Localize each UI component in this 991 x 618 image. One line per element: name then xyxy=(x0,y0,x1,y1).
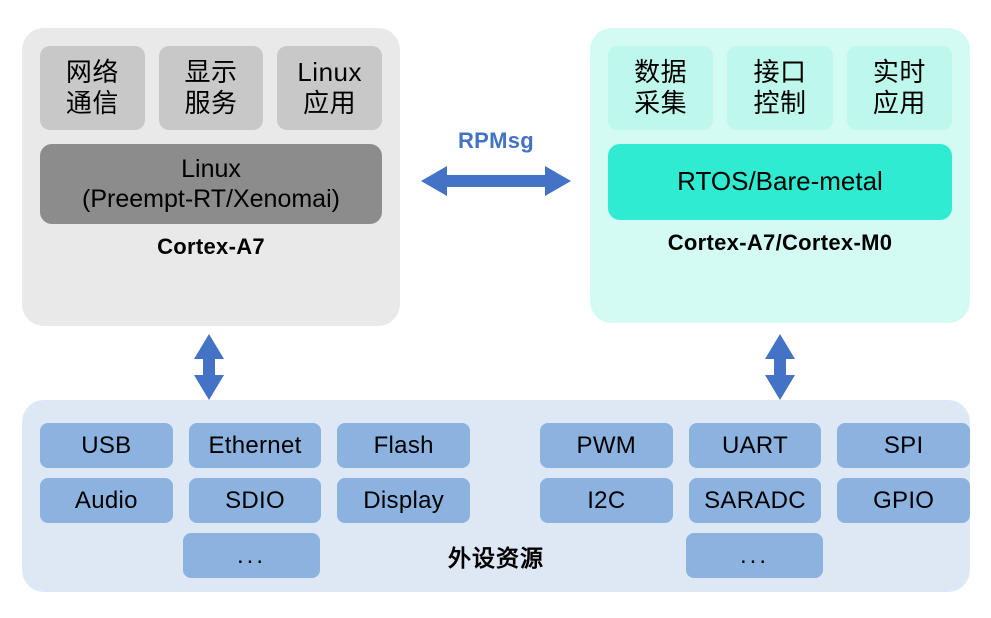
peripheral-chip-usb: USB xyxy=(40,423,173,468)
peripheral-chip-sdio: SDIO xyxy=(188,478,322,523)
rpmsg-link-group: RPMsg xyxy=(415,128,577,208)
linux-to-peripheral-arrow-icon xyxy=(194,334,224,400)
peripheral-left-row-2: Audio SDIO Display xyxy=(40,478,471,523)
rpmsg-label: RPMsg xyxy=(457,128,535,153)
rtos-app-chip-interface-control-line2: 控制 xyxy=(753,88,807,118)
rtos-app-chip-realtime-app-line2: 应用 xyxy=(872,88,926,118)
linux-app-chip-display-line1: 显示 xyxy=(184,57,238,88)
rtos-app-chip-interface-control-line1: 接口 xyxy=(753,57,807,88)
linux-domain-panel: 网络 通信 显示 服务 Linux 应用 Linux (Preempt-RT/X… xyxy=(22,28,400,326)
linux-app-chip-linux-app: Linux 应用 xyxy=(277,46,383,130)
peripheral-chip-saradc: SARADC xyxy=(688,478,822,523)
linux-core-label: Cortex-A7 xyxy=(157,234,265,259)
linux-application-row: 网络 通信 显示 服务 Linux 应用 xyxy=(40,46,383,130)
linux-os-bar: Linux (Preempt-RT/Xenomai) xyxy=(40,144,382,224)
linux-app-chip-linux-app-line2: 应用 xyxy=(303,88,357,118)
linux-os-line1: Linux xyxy=(181,155,241,183)
peripheral-resources-panel: USB Ethernet Flash Audio SDIO Display ..… xyxy=(22,400,971,592)
linux-app-chip-network-line2: 通信 xyxy=(65,88,119,118)
peripheral-chip-display: Display xyxy=(337,478,471,523)
linux-os-line2: (Preempt-RT/Xenomai) xyxy=(82,185,340,213)
linux-app-chip-display: 显示 服务 xyxy=(158,46,264,130)
peripheral-chip-uart: UART xyxy=(688,423,822,468)
rtos-app-chip-data-acquisition: 数据 采集 xyxy=(608,46,714,130)
rpmsg-double-arrow-icon xyxy=(421,166,571,196)
peripheral-chip-flash: Flash xyxy=(337,423,471,468)
rtos-app-chip-data-acquisition-line1: 数据 xyxy=(634,57,688,88)
peripheral-chip-ethernet: Ethernet xyxy=(188,423,322,468)
peripheral-chip-pwm: PWM xyxy=(540,423,673,468)
peripheral-chip-gpio: GPIO xyxy=(837,478,971,523)
peripheral-panel-title: 外设资源 xyxy=(448,545,544,571)
rtos-app-chip-interface-control: 接口 控制 xyxy=(727,46,833,130)
rtos-to-peripheral-arrow-icon xyxy=(765,334,795,400)
rtos-application-row: 数据 采集 接口 控制 实时 应用 xyxy=(608,46,952,130)
peripheral-chip-i2c: I2C xyxy=(540,478,673,523)
linux-app-chip-network-line1: 网络 xyxy=(65,57,119,88)
linux-app-chip-network: 网络 通信 xyxy=(40,46,145,130)
rtos-os-line1: RTOS/Bare-metal xyxy=(677,166,883,197)
peripheral-right-row-2: I2C SARADC GPIO xyxy=(540,478,971,523)
rtos-app-chip-data-acquisition-line2: 采集 xyxy=(634,88,688,118)
peripheral-right-row-1: PWM UART SPI xyxy=(540,423,971,468)
peripheral-chip-audio: Audio xyxy=(40,478,173,523)
rtos-os-bar: RTOS/Bare-metal xyxy=(608,144,952,220)
linux-app-chip-linux-app-line1: Linux xyxy=(297,57,362,88)
rtos-app-chip-realtime-app: 实时 应用 xyxy=(846,46,952,130)
peripheral-left-row-1: USB Ethernet Flash xyxy=(40,423,471,468)
rtos-core-label: Cortex-A7/Cortex-M0 xyxy=(667,230,893,255)
linux-app-chip-display-line2: 服务 xyxy=(184,88,238,118)
rtos-app-chip-realtime-app-line1: 实时 xyxy=(872,57,926,88)
peripheral-chip-spi: SPI xyxy=(837,423,971,468)
rtos-domain-panel: 数据 采集 接口 控制 实时 应用 RTOS/Bare-metal Cortex… xyxy=(590,28,970,323)
architecture-diagram: 网络 通信 显示 服务 Linux 应用 Linux (Preempt-RT/X… xyxy=(0,0,991,618)
